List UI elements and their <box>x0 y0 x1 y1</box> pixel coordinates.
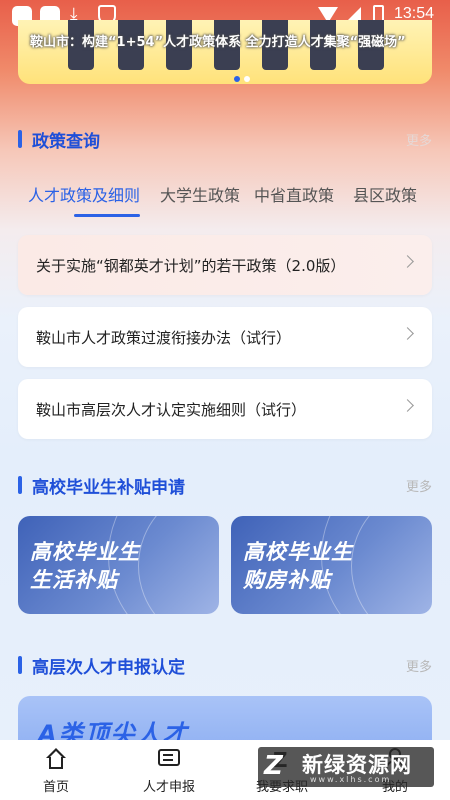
watermark-url: www.xlhs.com <box>310 775 392 784</box>
subsidy-line: 购房补贴 <box>243 568 331 592</box>
talent-section-header: 高层次人才申报认定 更多 <box>18 652 432 678</box>
chevron-right-icon <box>401 255 414 268</box>
banner-title: 鞍山市：构建“1+54”人才政策体系 全力打造人才集聚“强磁场” <box>30 35 406 50</box>
news-banner[interactable]: 鞍山市：构建“1+54”人才政策体系 全力打造人才集聚“强磁场” <box>18 20 432 84</box>
nav-label: 人才申报 <box>142 780 195 795</box>
nav-talent-apply[interactable]: 人才申报 <box>119 740 219 800</box>
subsidy-section-header: 高校毕业生补贴申请 更多 <box>18 472 432 498</box>
more-link[interactable]: 更多 <box>406 656 432 675</box>
list-item[interactable]: 鞍山市高层次人才认定实施细则（试行） <box>18 379 432 439</box>
chevron-right-icon <box>401 327 414 340</box>
watermark-logo-icon: Z <box>264 751 283 781</box>
active-tab-indicator <box>74 214 140 217</box>
policy-title: 关于实施“钢都英才计划”的若干政策（2.0版） <box>36 257 346 275</box>
tab-provincial-policy[interactable]: 中省直政策 <box>254 182 334 206</box>
nav-label: 首页 <box>42 780 69 795</box>
carousel-dot-active <box>234 76 240 82</box>
section-marker <box>18 130 22 148</box>
more-link[interactable]: 更多 <box>406 476 432 495</box>
subsidy-line: 高校毕业生 <box>243 540 353 564</box>
nav-home[interactable]: 首页 <box>6 740 106 800</box>
subsidy-card-title: 高校毕业生 生活补贴 <box>30 538 140 594</box>
section-title: 高层次人才申报认定 <box>32 658 185 678</box>
carousel-dot <box>244 76 250 82</box>
living-subsidy-card[interactable]: 高校毕业生 生活补贴 <box>18 516 219 614</box>
list-item[interactable]: 关于实施“钢都英才计划”的若干政策（2.0版） <box>18 235 432 295</box>
list-item[interactable]: 鞍山市人才政策过渡衔接办法（试行） <box>18 307 432 367</box>
policy-title: 鞍山市高层次人才认定实施细则（试行） <box>36 401 307 419</box>
subsidy-line: 高校毕业生 <box>30 540 140 564</box>
tab-talent-policy[interactable]: 人才政策及细则 <box>28 182 140 206</box>
policy-section-header: 政策查询 更多 <box>18 126 432 152</box>
message-icon <box>157 748 181 770</box>
more-link[interactable]: 更多 <box>406 130 432 149</box>
carousel-indicator <box>232 67 252 84</box>
home-icon <box>44 748 68 770</box>
section-title: 高校毕业生补贴申请 <box>32 478 185 498</box>
tab-county-policy[interactable]: 县区政策 <box>353 182 417 206</box>
decorative-arc <box>351 516 432 614</box>
section-marker <box>18 656 22 674</box>
subsidy-line: 生活补贴 <box>30 568 118 592</box>
chevron-right-icon <box>401 399 414 412</box>
policy-title: 鞍山市人才政策过渡衔接办法（试行） <box>36 329 292 347</box>
policy-tabs: 人才政策及细则 大学生政策 中省直政策 县区政策 <box>18 180 432 220</box>
decorative-arc <box>138 516 219 614</box>
watermark: Z 新绿资源网 www.xlhs.com <box>258 747 434 787</box>
subsidy-card-title: 高校毕业生 购房补贴 <box>243 538 353 594</box>
tab-graduate-policy[interactable]: 大学生政策 <box>160 182 240 206</box>
section-marker <box>18 476 22 494</box>
housing-subsidy-card[interactable]: 高校毕业生 购房补贴 <box>231 516 432 614</box>
section-title: 政策查询 <box>32 132 100 152</box>
